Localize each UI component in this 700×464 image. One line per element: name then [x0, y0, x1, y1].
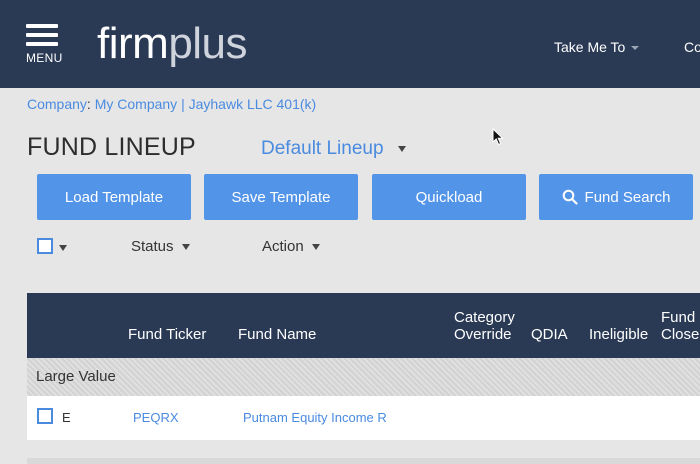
breadcrumb-plan[interactable]: Jayhawk LLC 401(k) — [189, 96, 317, 112]
fund-search-label: Fund Search — [584, 188, 671, 206]
menu-label: MENU — [26, 51, 63, 65]
status-filter-label: Status — [131, 238, 174, 255]
chevron-down-icon — [631, 46, 640, 51]
select-all-checkbox[interactable] — [37, 238, 53, 254]
breadcrumb-company[interactable]: My Company — [95, 96, 177, 112]
menu-icon-bar — [26, 33, 58, 37]
logo-text-firm: firm — [97, 19, 169, 68]
chevron-down-icon — [397, 145, 406, 152]
column-header-fund-closed-line1: Fund — [661, 309, 696, 326]
group-row-large-value: Large Value — [27, 358, 700, 396]
quickload-button[interactable]: Quickload — [372, 174, 526, 220]
take-me-to-dropdown[interactable]: Take Me To — [554, 39, 640, 55]
row-flag: E — [62, 410, 71, 425]
search-icon — [562, 189, 578, 205]
breadcrumb: Company: My Company | Jayhawk LLC 401(k) — [27, 96, 316, 112]
next-group-row — [27, 458, 700, 464]
breadcrumb-separator: | — [181, 96, 185, 112]
menu-icon-bar — [26, 42, 58, 46]
table-header: Fund Ticker Fund Name Category Override … — [27, 293, 700, 358]
column-header-category-override-line2: Override — [454, 326, 512, 343]
action-label: Action — [262, 238, 304, 255]
logo-text-plus: plus — [168, 19, 248, 68]
select-all-dropdown-icon[interactable] — [59, 245, 67, 251]
column-header-category-override-line1: Category — [454, 309, 515, 326]
fund-lineup-table: Fund Ticker Fund Name Category Override … — [27, 293, 700, 464]
fund-name-link[interactable]: Putnam Equity Income R — [243, 410, 387, 425]
chevron-down-icon — [311, 244, 320, 251]
status-filter-dropdown[interactable]: Status — [131, 238, 190, 255]
column-header-fund-closed-line2: Closed — [661, 326, 700, 343]
menu-button[interactable]: MENU — [26, 24, 62, 66]
action-dropdown[interactable]: Action — [262, 238, 320, 255]
top-navbar: MENU firmplus Take Me To Co — [0, 0, 700, 88]
mouse-cursor-icon — [492, 128, 504, 146]
save-template-button[interactable]: Save Template — [204, 174, 358, 220]
row-checkbox[interactable] — [37, 408, 53, 424]
breadcrumb-company-label[interactable]: Company — [27, 96, 87, 112]
firmplus-logo[interactable]: firmplus — [97, 18, 248, 70]
group-label: Large Value — [36, 368, 116, 385]
column-header-category-override[interactable]: Category Override — [454, 309, 515, 343]
column-header-ineligible[interactable]: Ineligible — [589, 326, 648, 343]
breadcrumb-colon: : — [86, 96, 91, 112]
column-header-fund-closed[interactable]: Fund Closed — [661, 309, 700, 343]
menu-icon — [26, 24, 58, 28]
column-header-fund-name[interactable]: Fund Name — [238, 326, 316, 343]
lineup-select[interactable]: Default Lineup — [261, 138, 406, 160]
column-header-qdia[interactable]: QDIA — [531, 326, 568, 343]
chevron-down-icon — [181, 244, 190, 251]
take-me-to-label: Take Me To — [554, 39, 626, 55]
topnav-next-item[interactable]: Co — [684, 39, 700, 55]
table-row: E PEQRX Putnam Equity Income R — [27, 396, 700, 440]
filter-bar: Status Action — [0, 238, 700, 258]
lineup-select-value: Default Lineup — [261, 138, 384, 159]
page-title: FUND LINEUP — [27, 133, 196, 161]
load-template-button[interactable]: Load Template — [37, 174, 191, 220]
fund-ticker-link[interactable]: PEQRX — [133, 410, 179, 425]
column-header-fund-ticker[interactable]: Fund Ticker — [128, 326, 206, 343]
fund-search-button[interactable]: Fund Search — [539, 174, 693, 220]
